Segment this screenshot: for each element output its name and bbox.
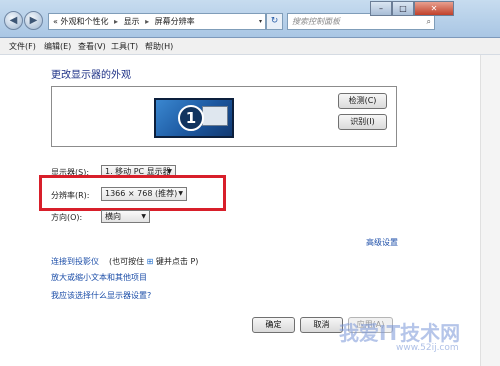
monitor-icon[interactable]: 1 <box>154 98 234 138</box>
search-placeholder: 搜索控制面板 <box>292 17 340 26</box>
back-arrow-icon: ◀ <box>9 15 18 26</box>
breadcrumb-separator[interactable]: ▸ <box>145 17 149 26</box>
menu-view[interactable]: 查看(V) <box>78 41 106 52</box>
close-icon: ✕ <box>430 4 438 13</box>
projector-hint-start: (也可按住 <box>109 257 145 266</box>
page-title: 更改显示器的外观 <box>51 70 131 81</box>
menu-tools[interactable]: 工具(T) <box>111 41 138 52</box>
chevron-down-icon[interactable]: ▾ <box>259 14 262 29</box>
address-prefix: « <box>53 17 58 26</box>
watermark-url: www.52ij.com <box>396 343 459 353</box>
orientation-select-value: 横向 <box>105 212 121 221</box>
minimize-button[interactable]: – <box>370 1 392 16</box>
window-thumbnail-icon <box>202 106 228 126</box>
display-help-link[interactable]: 我应该选择什么显示器设置? <box>51 290 151 301</box>
back-button[interactable]: ◀ <box>4 11 23 30</box>
breadcrumb-resolution[interactable]: 屏幕分辨率 <box>155 17 195 26</box>
windows-logo-icon: ⊞ <box>146 257 154 266</box>
address-bar[interactable]: « 外观和个性化 ▸ 显示 ▸ 屏幕分辨率 ▾ <box>48 13 266 30</box>
refresh-icon: ↻ <box>270 16 279 26</box>
forward-button[interactable]: ▶ <box>24 11 43 30</box>
ok-button[interactable]: 确定 <box>252 317 295 333</box>
close-button[interactable]: ✕ <box>414 1 454 16</box>
maximize-button[interactable]: □ <box>392 1 414 16</box>
search-icon[interactable]: ⌕ <box>427 14 431 29</box>
menu-bar: 文件(F) 编辑(E) 查看(V) 工具(T) 帮助(H) <box>0 38 500 55</box>
maximize-icon: □ <box>399 4 407 13</box>
projector-hint: (也可按住 ⊞ 键并点击 P) <box>109 256 198 267</box>
forward-arrow-icon: ▶ <box>29 15 38 26</box>
text-size-link[interactable]: 放大或缩小文本和其他项目 <box>51 272 147 283</box>
identify-button[interactable]: 识别(I) <box>338 114 387 130</box>
chevron-down-icon: ▼ <box>141 213 146 220</box>
orientation-select[interactable]: 横向 ▼ <box>101 210 150 223</box>
breadcrumb-appearance[interactable]: 外观和个性化 <box>60 17 108 26</box>
connect-projector-link[interactable]: 连接到投影仪 <box>51 256 99 267</box>
advanced-settings-link[interactable]: 高级设置 <box>366 237 398 248</box>
apply-button[interactable]: 应用(A) <box>348 317 393 333</box>
minimize-icon: – <box>379 4 383 13</box>
breadcrumb-display[interactable]: 显示 <box>124 17 140 26</box>
projector-hint-end: 键并点击 P) <box>155 257 199 266</box>
breadcrumb-separator[interactable]: ▸ <box>114 17 118 26</box>
menu-file[interactable]: 文件(F) <box>9 41 36 52</box>
scrollbar[interactable] <box>480 55 500 366</box>
menu-help[interactable]: 帮助(H) <box>145 41 173 52</box>
menu-edit[interactable]: 编辑(E) <box>44 41 71 52</box>
title-bar: ◀ ▶ « 外观和个性化 ▸ 显示 ▸ 屏幕分辨率 ▾ ↻ 搜索控制面板 ⌕ –… <box>0 0 500 38</box>
detect-button[interactable]: 检测(C) <box>338 93 387 109</box>
refresh-button[interactable]: ↻ <box>266 13 283 30</box>
cancel-button[interactable]: 取消 <box>300 317 343 333</box>
monitor-number-badge: 1 <box>178 105 204 131</box>
watermark-logo: 我爱IT技术网 www.52ij.com <box>330 303 495 363</box>
highlight-box <box>39 175 226 211</box>
orientation-label: 方向(O): <box>51 213 83 222</box>
display-preview-panel: 1 检测(C) 识别(I) <box>51 86 397 147</box>
